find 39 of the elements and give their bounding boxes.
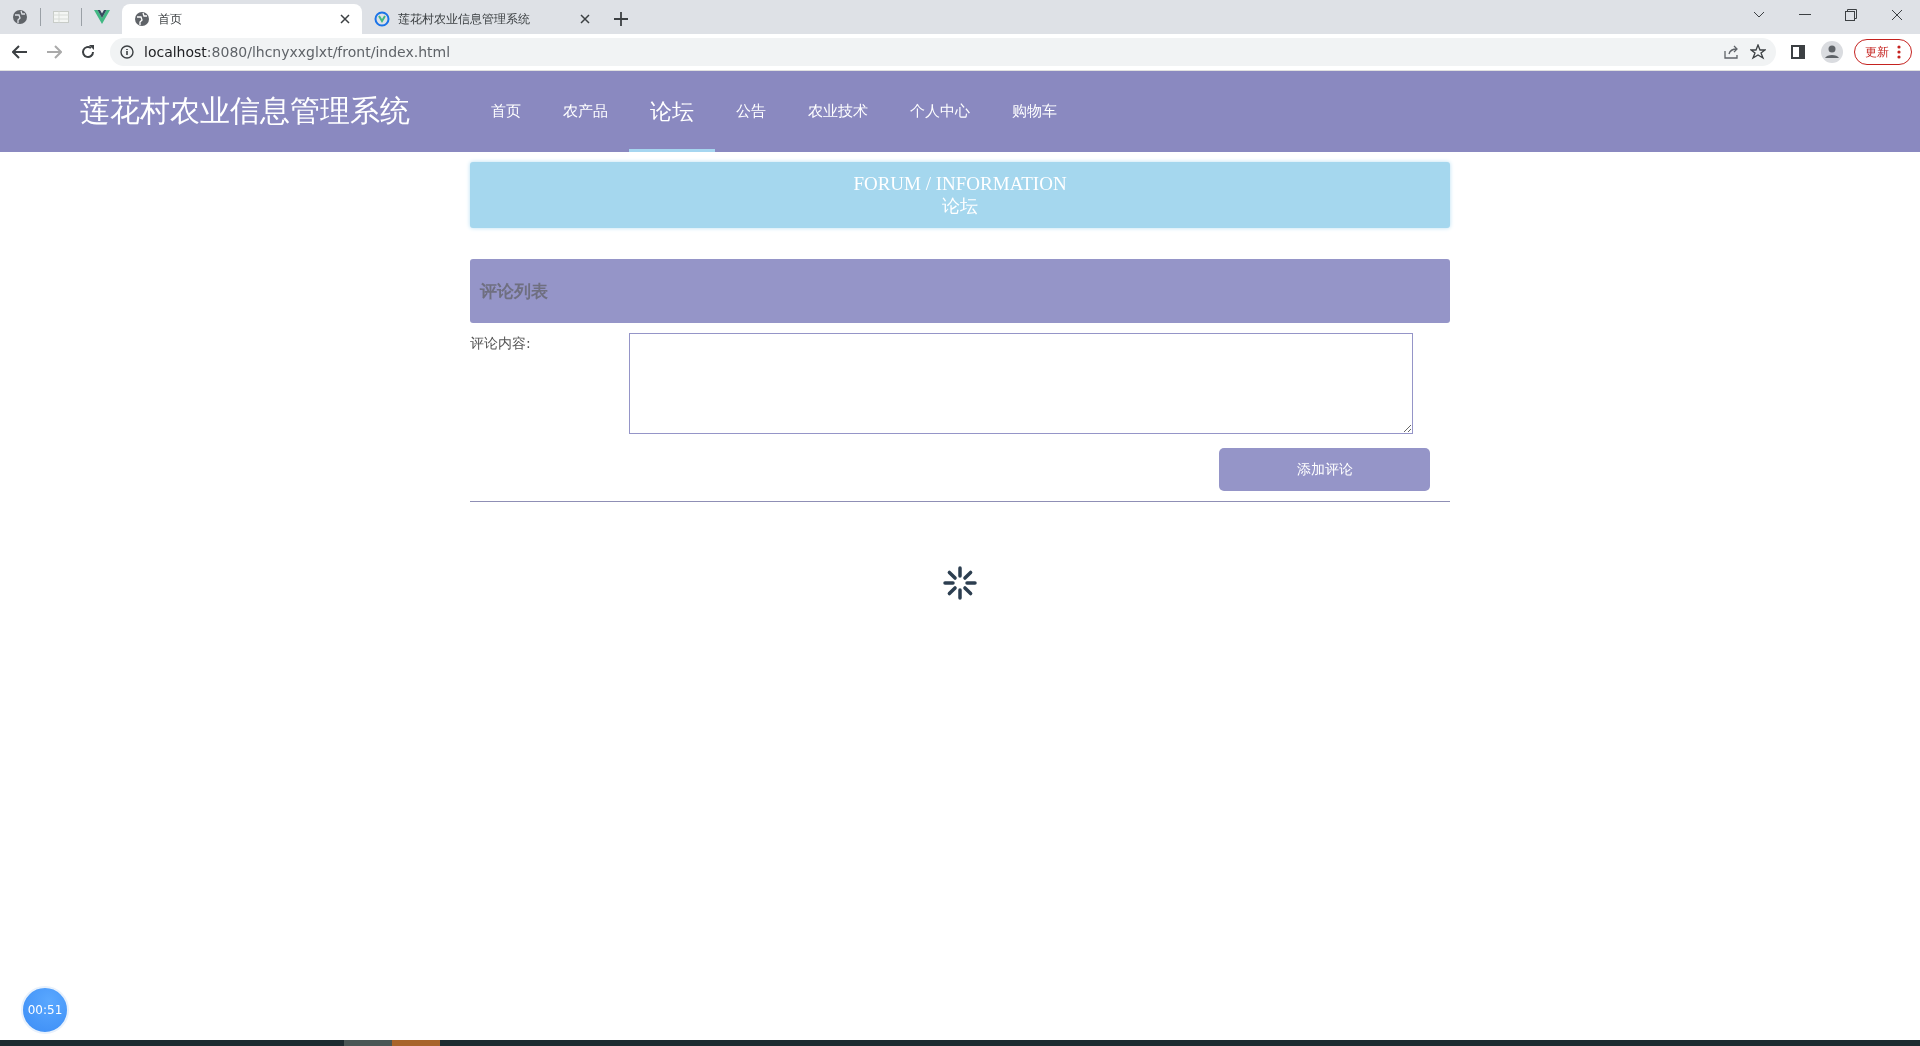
browser-tab[interactable]: 首页 [122, 4, 362, 34]
add-comment-button[interactable]: 添加评论 [1219, 448, 1430, 491]
star-icon[interactable] [1750, 44, 1766, 60]
info-icon[interactable] [120, 45, 134, 59]
close-icon[interactable] [1891, 9, 1903, 21]
site-logo-icon [374, 11, 390, 27]
side-panel-icon[interactable] [1791, 45, 1805, 59]
section-title: 评论列表 [480, 279, 548, 303]
profile-icon[interactable] [1821, 41, 1843, 63]
nav-link[interactable]: 农产品 [542, 71, 629, 152]
comment-input-field[interactable] [629, 333, 1413, 434]
minimize-icon[interactable] [1799, 14, 1811, 16]
nav-link[interactable]: 个人中心 [889, 71, 991, 152]
nav-link[interactable]: 农业技术 [787, 71, 889, 152]
new-tab-icon[interactable] [614, 12, 628, 26]
banner-subtitle: 论坛 [942, 195, 978, 217]
globe-icon [134, 11, 150, 27]
chevron-down-icon[interactable] [1753, 11, 1765, 19]
field-label: 评论内容: [470, 334, 532, 353]
site-title: 莲花村农业信息管理系统 [80, 92, 411, 130]
nav-link[interactable]: 首页 [470, 71, 542, 152]
browser-tab[interactable]: 莲花村农业信息管理系统 [362, 4, 602, 34]
back-arrow-icon[interactable] [12, 45, 28, 59]
banner-title: FORUM / INFORMATION [853, 173, 1067, 195]
reload-icon[interactable] [80, 44, 96, 60]
nav-link[interactable]: 购物车 [991, 71, 1078, 152]
timer-badge: 00:51 [21, 986, 69, 1034]
share-icon[interactable] [1724, 45, 1740, 59]
tab-close-icon[interactable] [340, 14, 350, 24]
address-bar[interactable]: localhost:8080/lhcnyxxglxt/front/index.html [110, 38, 1776, 66]
update-button[interactable]: 更新 [1854, 39, 1912, 65]
tab-close-icon[interactable] [580, 14, 590, 24]
restore-icon[interactable] [1845, 9, 1857, 21]
url-text: localhost:8080/lhcnyxxglxt/front/index.html [144, 44, 451, 60]
v-logo-icon[interactable] [94, 10, 110, 24]
more-icon[interactable] [1897, 45, 1901, 59]
nav-link[interactable]: 公告 [715, 71, 787, 152]
nav-link[interactable]: 论坛 [629, 71, 715, 152]
globe-icon[interactable] [12, 9, 28, 25]
